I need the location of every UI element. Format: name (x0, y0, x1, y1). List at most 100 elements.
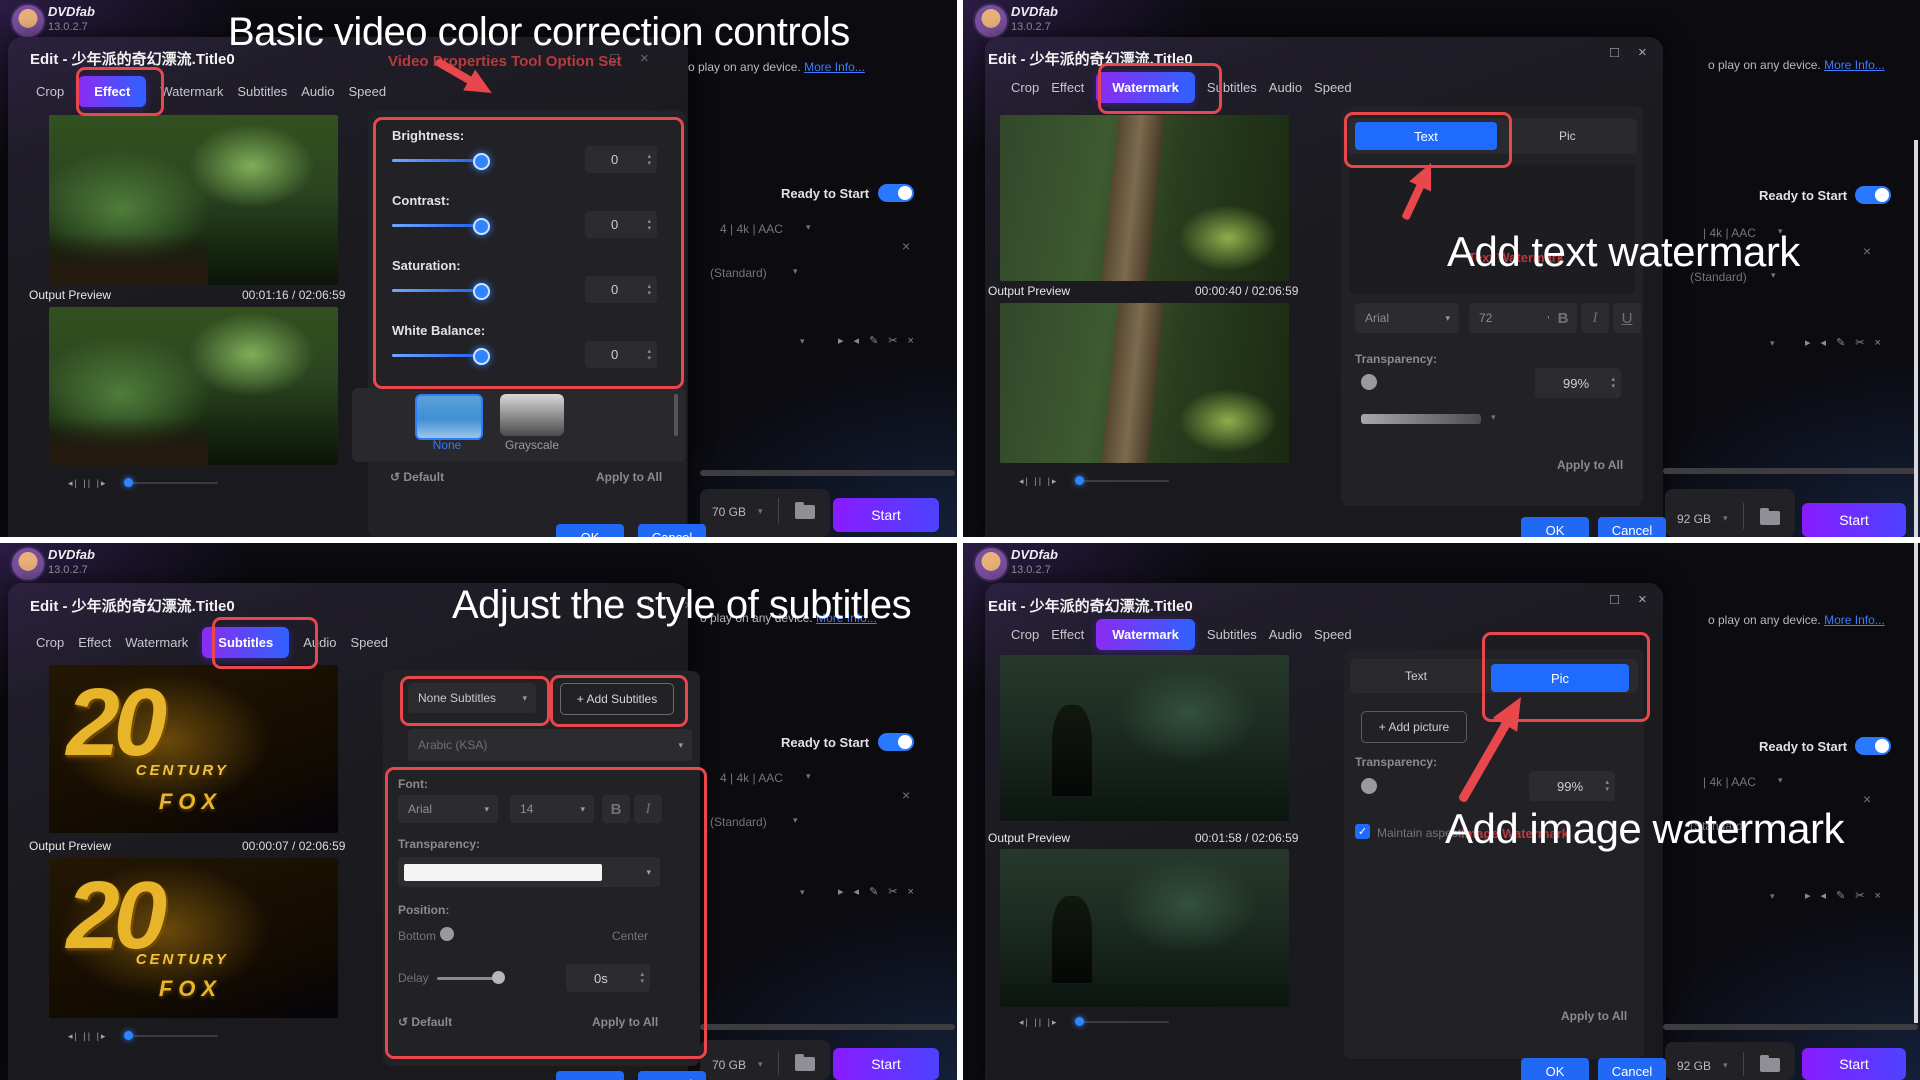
transparency-slider-knob[interactable] (1361, 778, 1377, 794)
cut-icon[interactable]: ✂ (888, 886, 907, 898)
tab-effect[interactable]: Effect (1051, 72, 1084, 103)
ok-button[interactable]: OK (556, 1071, 624, 1080)
play-icon[interactable]: ▸ (1805, 337, 1821, 349)
tab-subtitles[interactable]: Subtitles (1207, 619, 1257, 650)
title-action-icons[interactable]: ▸◂✎✂× (1805, 889, 1891, 902)
rewind-icon[interactable]: ◂ (854, 335, 870, 347)
cut-icon[interactable]: ✂ (1855, 890, 1874, 902)
play-icon[interactable]: ▸ (838, 335, 854, 347)
tab-watermark[interactable]: Watermark (125, 627, 188, 658)
edit-icon[interactable]: ✎ (1836, 337, 1855, 349)
tab-speed[interactable]: Speed (1314, 72, 1352, 103)
color-dropdown-icon[interactable]: ▾ (1491, 412, 1496, 423)
next-frame-icon[interactable]: |▸ (1048, 1017, 1059, 1027)
subtitle-language-select[interactable]: Arabic (KSA)▾ (408, 729, 692, 761)
start-button[interactable]: Start (1802, 1048, 1906, 1080)
tab-crop[interactable]: Crop (36, 76, 64, 107)
italic-button[interactable]: I (1581, 303, 1609, 333)
edit-icon[interactable]: ✎ (869, 886, 888, 898)
ready-to-start-toggle[interactable] (1855, 737, 1891, 755)
tab-watermark[interactable]: Watermark (160, 76, 223, 107)
folder-icon[interactable] (795, 505, 815, 519)
remove-title-icon[interactable]: × (902, 787, 910, 803)
transparency-slider-knob[interactable] (1361, 374, 1377, 390)
close-icon[interactable]: × (1638, 591, 1647, 608)
disk-dropdown-icon[interactable]: ▾ (1723, 1060, 1728, 1071)
seek-track[interactable] (128, 482, 218, 484)
pause-icon[interactable]: || (83, 478, 92, 488)
transport-controls[interactable]: ◂| || |▸ (1019, 476, 1058, 487)
apply-to-all-button[interactable]: Apply to All (596, 470, 662, 484)
vertical-scrollbar[interactable] (1914, 543, 1918, 1023)
preset-scrollbar[interactable] (674, 394, 678, 436)
seek-handle[interactable] (124, 1031, 133, 1040)
play-icon[interactable]: ▸ (838, 886, 854, 898)
seek-handle[interactable] (124, 478, 133, 487)
tab-effect[interactable]: Effect (1051, 619, 1084, 650)
codec-dropdown-icon[interactable]: ▾ (806, 222, 811, 233)
ready-to-start-toggle[interactable] (878, 733, 914, 751)
remove-title-icon[interactable]: × (1863, 243, 1871, 259)
next-frame-icon[interactable]: |▸ (1048, 476, 1059, 486)
tab-audio[interactable]: Audio (1269, 72, 1302, 103)
delete-icon[interactable]: × (908, 335, 924, 347)
pause-icon[interactable]: || (1034, 476, 1043, 486)
title-action-icons[interactable]: ▸◂✎✂× (838, 334, 924, 347)
tab-audio[interactable]: Audio (1269, 619, 1302, 650)
codec-dropdown-icon[interactable]: ▾ (1778, 775, 1783, 786)
transport-controls[interactable]: ◂| || |▸ (68, 478, 107, 489)
tab-effect[interactable]: Effect (78, 627, 111, 658)
transparency-value[interactable]: 99%▴▾ (1529, 771, 1615, 801)
delete-icon[interactable]: × (908, 886, 924, 898)
delete-icon[interactable]: × (1875, 337, 1891, 349)
ok-button[interactable]: OK (1521, 517, 1589, 537)
spin-down-icon[interactable]: ▾ (1605, 786, 1609, 793)
delete-icon[interactable]: × (1875, 890, 1891, 902)
default-button[interactable]: ↺ Default (390, 470, 444, 484)
disk-dropdown-icon[interactable]: ▾ (1723, 513, 1728, 524)
seek-track[interactable] (1079, 1021, 1169, 1023)
title-action-icons[interactable]: ▸◂✎✂× (1805, 336, 1891, 349)
seek-track[interactable] (128, 1035, 218, 1037)
disk-dropdown-icon[interactable]: ▾ (758, 506, 763, 517)
row-dropdown-icon[interactable]: ▾ (800, 336, 805, 347)
start-button[interactable]: Start (833, 498, 939, 532)
maintain-aspect-checkbox[interactable]: ✓ (1355, 824, 1370, 839)
folder-icon[interactable] (795, 1057, 815, 1071)
font-size-select[interactable]: 72▾ (1469, 303, 1561, 333)
rewind-icon[interactable]: ◂ (854, 886, 870, 898)
folder-icon[interactable] (1760, 511, 1780, 525)
apply-to-all-button[interactable]: Apply to All (1561, 1009, 1627, 1023)
close-icon[interactable]: × (1638, 44, 1647, 61)
rewind-icon[interactable]: ◂ (1821, 337, 1837, 349)
horizontal-scrollbar[interactable] (700, 1024, 955, 1030)
standard-dropdown-icon[interactable]: ▾ (793, 815, 798, 826)
transport-controls[interactable]: ◂| || |▸ (68, 1031, 107, 1042)
edit-icon[interactable]: ✎ (1836, 890, 1855, 902)
transparency-spinner[interactable]: ▴▾ (1611, 376, 1615, 390)
seek-handle[interactable] (1075, 1017, 1084, 1026)
start-button[interactable]: Start (833, 1048, 939, 1080)
maximize-icon[interactable]: □ (1610, 591, 1619, 608)
more-info-link[interactable]: More Info... (1824, 58, 1885, 72)
pause-icon[interactable]: || (83, 1031, 92, 1041)
remove-title-icon[interactable]: × (1863, 791, 1871, 807)
tab-audio[interactable]: Audio (301, 76, 334, 107)
tab-crop[interactable]: Crop (1011, 72, 1039, 103)
cancel-button[interactable]: Cancel (638, 1071, 706, 1080)
prev-frame-icon[interactable]: ◂| (68, 478, 79, 488)
underline-button[interactable]: U (1613, 303, 1641, 333)
apply-to-all-button[interactable]: Apply to All (1557, 458, 1623, 472)
prev-frame-icon[interactable]: ◂| (68, 1031, 79, 1041)
disk-dropdown-icon[interactable]: ▾ (758, 1059, 763, 1070)
transparency-spinner[interactable]: ▴▾ (1605, 779, 1609, 793)
cancel-button[interactable]: Cancel (638, 524, 706, 537)
spin-down-icon[interactable]: ▾ (1611, 383, 1615, 390)
watermark-tab-pic[interactable]: Pic (1559, 129, 1576, 143)
start-button[interactable]: Start (1802, 503, 1906, 537)
transparency-value[interactable]: 99%▴▾ (1535, 368, 1621, 398)
cancel-button[interactable]: Cancel (1598, 517, 1666, 537)
ready-to-start-toggle[interactable] (878, 184, 914, 202)
add-picture-button[interactable]: + Add picture (1361, 711, 1467, 743)
watermark-tab-text[interactable]: Text (1405, 669, 1427, 683)
